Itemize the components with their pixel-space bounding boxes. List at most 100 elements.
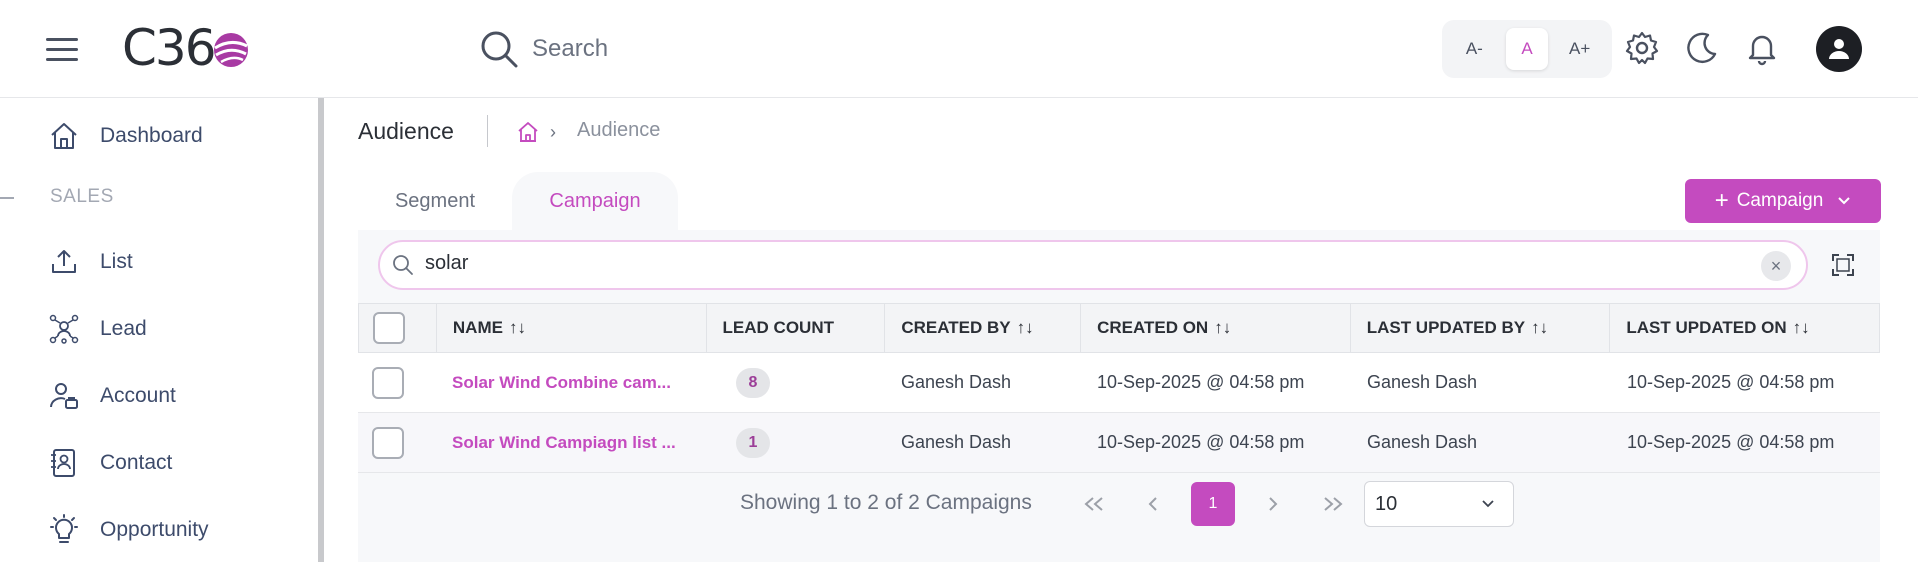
header-name[interactable]: NAME ↑↓ [437,304,707,352]
sidebar-item-opportunity[interactable]: Opportunity [48,514,209,546]
header-label: LAST UPDATED BY [1366,318,1526,337]
global-search[interactable] [478,26,832,72]
sort-icon: ↑↓ [1531,318,1549,337]
name-cell: Solar Wind Campiagn list ... [436,413,706,472]
fullscreen-icon[interactable] [1830,252,1856,278]
chevron-down-icon [1838,197,1851,205]
row-checkbox[interactable] [372,426,404,459]
tab-campaign[interactable]: Campaign [512,172,678,230]
sidebar-section-sales: SALES [50,186,114,207]
last-page-button[interactable] [1311,482,1355,526]
logo-globe-icon [213,33,248,67]
add-campaign-button[interactable]: + Campaign [1685,179,1881,223]
first-page-button[interactable] [1072,482,1116,526]
user-icon [1829,39,1849,59]
clear-filter-button[interactable]: × [1761,251,1791,281]
header-created-by[interactable]: CREATED BY ↑↓ [885,304,1082,352]
row-select-cell [358,413,436,472]
font-default-button[interactable]: A [1505,28,1548,70]
breadcrumb-current: Audience [577,119,661,141]
sidebar-item-dashboard[interactable]: Dashboard [48,120,203,152]
header-last-updated-on[interactable]: LAST UPDATED ON ↑↓ [1610,304,1879,352]
breadcrumb-home-icon[interactable] [516,120,540,144]
header-last-updated-by[interactable]: LAST UPDATED BY ↑↓ [1351,304,1611,352]
sidebar-scrollbar[interactable] [318,98,324,562]
created-by-cell: Ganesh Dash [901,372,1012,392]
search-input[interactable] [532,35,832,63]
updated-by-cell: Ganesh Dash [1367,432,1478,452]
created-on-cell: 10-Sep-2025 @ 04:58 pm [1097,432,1305,452]
sort-icon: ↑↓ [508,318,526,337]
page-title: Audience [358,118,454,144]
row-select-cell [358,353,436,412]
header-label: NAME [452,318,503,337]
font-size-switcher: A- A A+ [1442,20,1612,78]
created-by-cell: Ganesh Dash [901,432,1012,452]
gear-icon[interactable] [1624,30,1660,66]
bell-icon[interactable] [1744,30,1780,66]
campaign-name-link[interactable]: Solar Wind Combine cam... [452,373,671,393]
lead-count-cell: 1 [706,413,885,472]
search-icon [481,31,518,68]
tab-segment[interactable]: Segment [372,172,498,230]
home-icon [51,123,77,149]
header-label: LAST UPDATED ON [1626,318,1787,337]
per-page-value: 10 [1375,492,1398,515]
pagination-summary: Showing 1 to 2 of 2 Campaigns [740,491,1032,514]
header-lead-count: LEAD COUNT [707,304,886,352]
chevron-right-icon [1269,497,1278,511]
updated-by-cell: Ganesh Dash [1367,372,1478,392]
network-icon [49,314,79,344]
section-divider [0,197,14,199]
logo-text: C36 [122,19,217,77]
chevron-left-icon [1148,497,1157,511]
sidebar-item-label: List [100,250,133,273]
lead-count-badge[interactable]: 8 [736,367,770,398]
sidebar-item-label: Dashboard [100,124,203,147]
sidebar-item-label: Lead [100,317,147,340]
sidebar-item-contact[interactable]: Contact [48,447,172,479]
per-page-select[interactable]: 10 [1364,481,1514,527]
close-icon: × [1770,255,1782,276]
table-row[interactable]: Solar Wind Campiagn list ... 1 Ganesh Da… [358,413,1880,473]
lead-count-cell: 8 [706,353,885,412]
created-on-cell: 10-Sep-2025 @ 04:58 pm [1097,372,1305,392]
updated-on-cell: 10-Sep-2025 @ 04:58 pm [1627,432,1835,452]
next-page-button[interactable] [1251,482,1295,526]
header-label: CREATED ON [1097,318,1209,337]
table-row[interactable]: Solar Wind Combine cam... 8 Ganesh Dash … [358,353,1880,413]
font-decrease-button[interactable]: A- [1453,28,1495,70]
moon-icon[interactable] [1684,30,1720,66]
sidebar-item-list[interactable]: List [48,246,133,278]
page-button-current[interactable]: 1 [1191,482,1235,526]
menu-icon[interactable] [46,38,78,62]
plus-icon: + [1714,187,1729,214]
table-header-row: NAME ↑↓ LEAD COUNT CREATED BY ↑↓ CREATED… [358,303,1880,353]
user-avatar[interactable] [1816,26,1862,72]
sidebar-item-label: Contact [100,451,173,474]
double-chevron-left-icon [1084,497,1103,511]
header-select-cell [359,304,437,352]
prev-page-button[interactable] [1131,482,1175,526]
sidebar-item-label: Account [100,384,176,407]
select-all-checkbox[interactable] [373,312,405,344]
name-cell: Solar Wind Combine cam... [436,353,706,412]
table-filter-input[interactable] [425,252,1725,275]
double-chevron-right-icon [1324,497,1343,511]
lead-count-badge[interactable]: 1 [736,427,770,458]
chevron-down-icon [1482,500,1494,508]
search-icon [393,255,413,275]
app-logo[interactable]: C36 [122,19,251,77]
sidebar-item-lead[interactable]: Lead [48,313,147,345]
sidebar-item-label: Opportunity [100,518,209,541]
user-card-icon [50,383,78,409]
sort-icon: ↑↓ [1792,318,1810,337]
campaign-name-link[interactable]: Solar Wind Campiagn list ... [452,433,676,453]
updated-on-cell: 10-Sep-2025 @ 04:58 pm [1627,372,1835,392]
sidebar-item-account[interactable]: Account [48,380,176,412]
upload-icon [52,250,76,273]
campaign-table: NAME ↑↓ LEAD COUNT CREATED BY ↑↓ CREATED… [358,303,1880,473]
row-checkbox[interactable] [372,366,404,399]
header-created-on[interactable]: CREATED ON ↑↓ [1081,304,1351,352]
font-increase-button[interactable]: A+ [1559,28,1601,70]
